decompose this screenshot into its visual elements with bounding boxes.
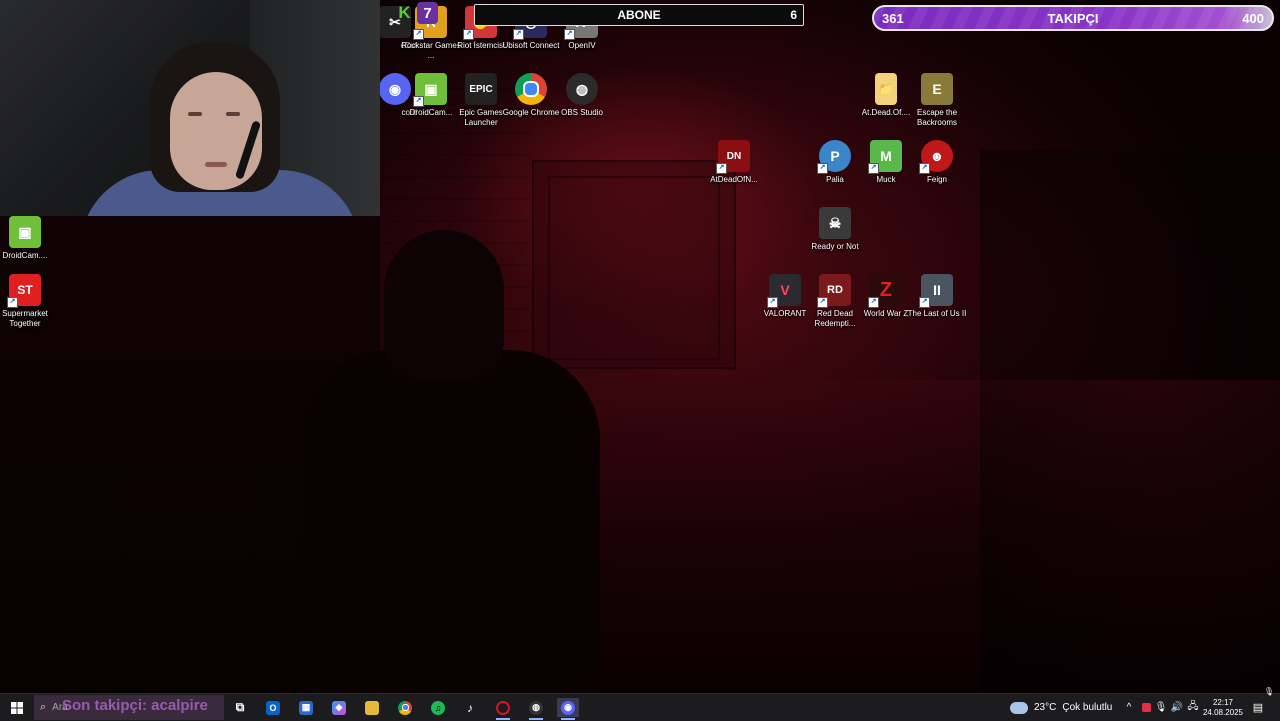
desktop-icon-obs[interactable]: ◍ OBS Studio — [549, 73, 615, 118]
tiktok-icon: ♪ — [467, 700, 473, 715]
seven-icon[interactable]: 7 — [417, 2, 438, 24]
webcam-eye-left — [188, 112, 202, 116]
desktop-icon-droidcam-left[interactable]: ▣ DroidCam.... — [0, 216, 58, 261]
subscriber-count: 6 — [790, 8, 797, 22]
follower-goal-bar: 361 TAKIPÇI 400 — [872, 5, 1274, 31]
copilot-icon: ◆ — [332, 700, 346, 715]
discord-icon: ◉ — [561, 700, 575, 715]
supermarket-together-icon: ST ↗ — [7, 274, 41, 308]
muck-icon: M ↗ — [868, 140, 902, 174]
desktop-icon-last-of-us[interactable]: II ↗ The Last of Us II — [904, 274, 970, 319]
taskbar-app-store[interactable]: ▦ — [295, 698, 317, 717]
wallpaper-character-body — [300, 350, 600, 693]
outlook-icon: O — [266, 700, 280, 715]
tray-overflow-chevron-icon[interactable]: ^ — [1122, 698, 1136, 717]
search-icon: ⌕ — [40, 701, 47, 713]
webcam-face — [170, 72, 262, 190]
clock-time: 22:17 — [1212, 697, 1234, 707]
subscriber-label: ABONE — [617, 8, 661, 22]
start-button[interactable] — [6, 698, 28, 717]
taskbar-app-task-view[interactable]: ⧉ — [229, 698, 251, 717]
windows-icon — [11, 701, 23, 714]
world-war-z-icon: Z ↗ — [868, 274, 902, 308]
obs-icon: ◍ — [529, 700, 543, 715]
desktop-icon-supermarket-together[interactable]: ST ↗ Supermarket Together — [0, 274, 58, 329]
taskbar-app-outlook[interactable]: O — [262, 698, 284, 717]
task-view-icon: ⧉ — [235, 700, 245, 714]
cloud-icon — [1010, 701, 1028, 714]
follower-label: TAKIPÇI — [1047, 11, 1099, 26]
microphone-icon[interactable]: 🎙 — [1154, 698, 1168, 717]
wallpaper-doorway-inner — [548, 176, 720, 360]
mic-indicator-icon: 🎙 — [1263, 687, 1275, 696]
taskbar: ⌕ Ara Son takipçi: acalpire ⧉ O ▦ ◆ ▬ ♫ … — [0, 687, 1280, 721]
feign-icon: ☻ ↗ — [919, 140, 953, 174]
opera-gx-icon: O — [496, 700, 510, 715]
desktop-icon-atdeadofnight[interactable]: DN ↗ AtDeadOfN... — [701, 140, 767, 185]
epic-games-icon: EPIC — [465, 73, 497, 105]
clock-date: 24.08.2025 — [1202, 707, 1244, 717]
taskbar-app-file-explorer[interactable]: ▬ — [361, 698, 383, 717]
ready-or-not-icon: ☠ — [819, 207, 851, 239]
taskbar-app-spotify[interactable]: ♫ — [427, 698, 449, 717]
folder-icon: ▬ — [365, 700, 379, 715]
wallpaper-vignette — [980, 150, 1280, 693]
webcam-eye-right — [226, 112, 240, 116]
taskbar-app-copilot[interactable]: ◆ — [328, 698, 350, 717]
taskbar-app-discord[interactable]: ◉ — [557, 698, 579, 720]
taskbar-app-opera-gx[interactable]: O — [492, 698, 514, 720]
valorant-icon: V ↗ — [767, 274, 801, 308]
weather-temp: 23°C — [1034, 702, 1057, 713]
store-icon: ▦ — [299, 700, 313, 715]
wallpaper-character-head — [384, 230, 504, 380]
obs-icon: ◍ — [566, 73, 598, 105]
follower-goal: 400 — [1242, 11, 1264, 26]
droidcam-icon: ▣ — [9, 216, 41, 248]
spotify-icon: ♫ — [431, 700, 445, 715]
last-follower-banner: Son takipçi: acalpire — [62, 697, 208, 714]
palia-icon: P ↗ — [817, 140, 851, 174]
kick-icon[interactable]: K — [394, 2, 415, 24]
desktop-icon-ready-or-not[interactable]: ☠ Ready or Not — [802, 207, 868, 252]
escape-backrooms-icon: E — [921, 73, 953, 105]
system-clock[interactable]: 22:17 24.08.2025 — [1198, 696, 1248, 719]
red-dead-icon: RD ↗ — [817, 274, 851, 308]
taskbar-app-obs[interactable]: ◍ — [525, 698, 547, 720]
webcam-mouth — [205, 162, 227, 167]
tray-record-icon[interactable] — [1139, 698, 1153, 717]
weather-widget[interactable]: 23°C Çok bulutlu — [1010, 698, 1114, 717]
last-of-us-icon: II ↗ — [919, 274, 953, 308]
desktop-icon-feign[interactable]: ☻ ↗ Feign — [904, 140, 970, 185]
chrome-icon — [515, 73, 547, 105]
at-dead-of-night-icon: DN ↗ — [716, 140, 750, 174]
taskbar-app-tiktok[interactable]: ♪ — [459, 698, 481, 717]
taskbar-app-chrome[interactable] — [394, 698, 416, 717]
top-badges: K 7 — [394, 2, 438, 24]
webcam-overlay — [0, 0, 380, 216]
speaker-icon[interactable]: 🔊 — [1170, 698, 1184, 717]
desktop-icon-escape-backrooms[interactable]: E Escape the Backrooms — [904, 73, 970, 128]
chrome-icon — [398, 700, 412, 715]
folder-icon: 📁 — [875, 73, 897, 105]
droidcam-icon: ▣ ↗ — [413, 73, 447, 107]
weather-desc: Çok bulutlu — [1062, 702, 1113, 713]
search-box[interactable]: ⌕ Ara Son takipçi: acalpire — [34, 695, 224, 720]
subscriber-counter: ABONE 6 — [474, 4, 804, 26]
